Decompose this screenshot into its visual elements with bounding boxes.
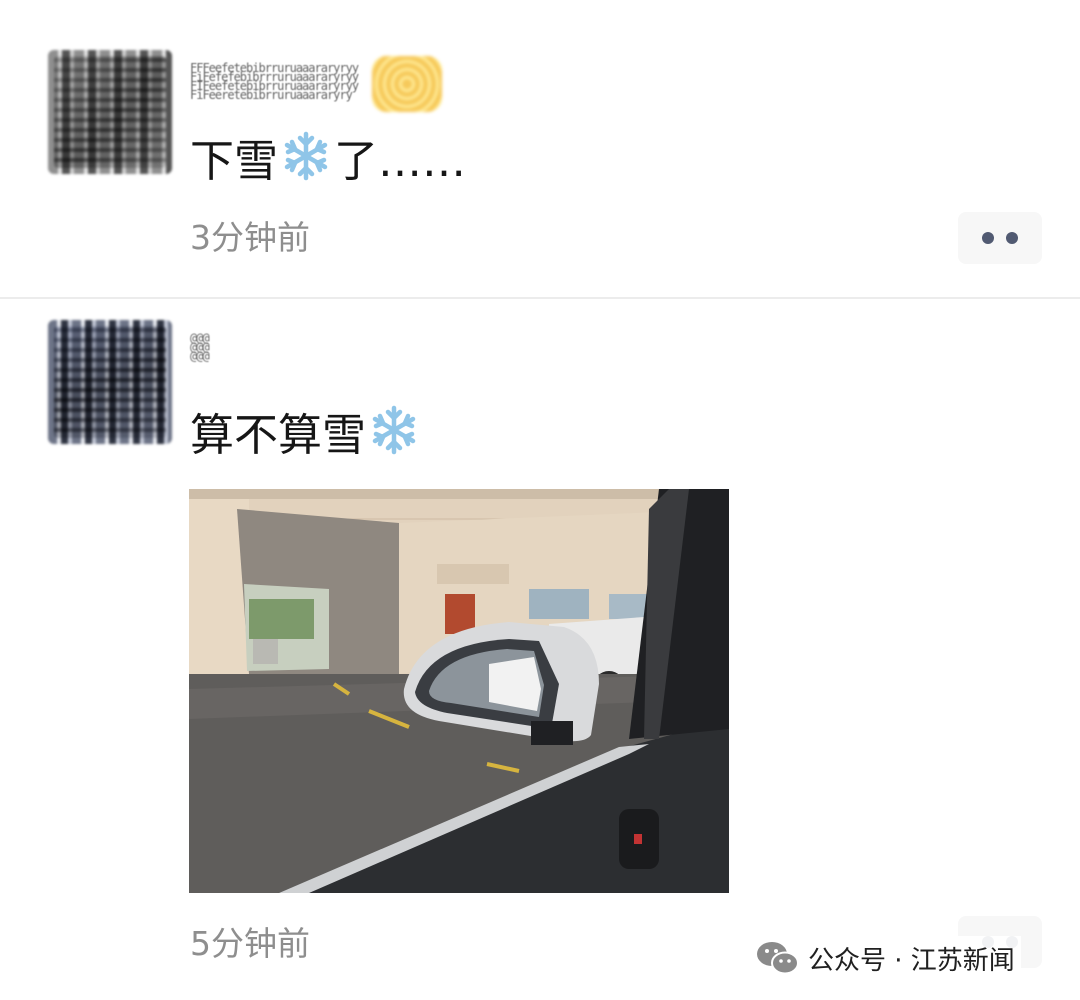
watermark-text: 公众号 · 江苏新闻 [808,945,1015,976]
car-window-photo [189,489,729,893]
post-timestamp: 5分钟前 [190,924,310,963]
post-text-prefix: 下雪 [190,136,278,187]
watermark: 公众号 · 江苏新闻 [756,936,1021,980]
post-photo[interactable] [189,489,729,893]
more-button[interactable] [958,212,1042,264]
more-dot-icon [982,232,994,244]
post-timestamp: 3分钟前 [190,218,310,257]
snowflake-icon [284,131,328,181]
nickname-emoji-icon [372,56,442,112]
avatar[interactable] [48,320,172,444]
post-text-prefix: 算不算雪 [190,410,366,461]
avatar[interactable] [48,50,172,174]
wechat-icon [757,942,799,975]
post-text: 算不算雪 [190,404,422,464]
more-dot-icon [1006,232,1018,244]
snowflake-icon [372,405,416,455]
nickname[interactable]: @@@ @@@ @@@ [190,332,210,362]
post-text-suffix: 了…… [334,136,466,187]
post-text: 下雪 了…… [190,130,466,190]
moment-post: FFFeefetebibrruruaaararyryy FiFefefebibr… [0,0,1080,297]
